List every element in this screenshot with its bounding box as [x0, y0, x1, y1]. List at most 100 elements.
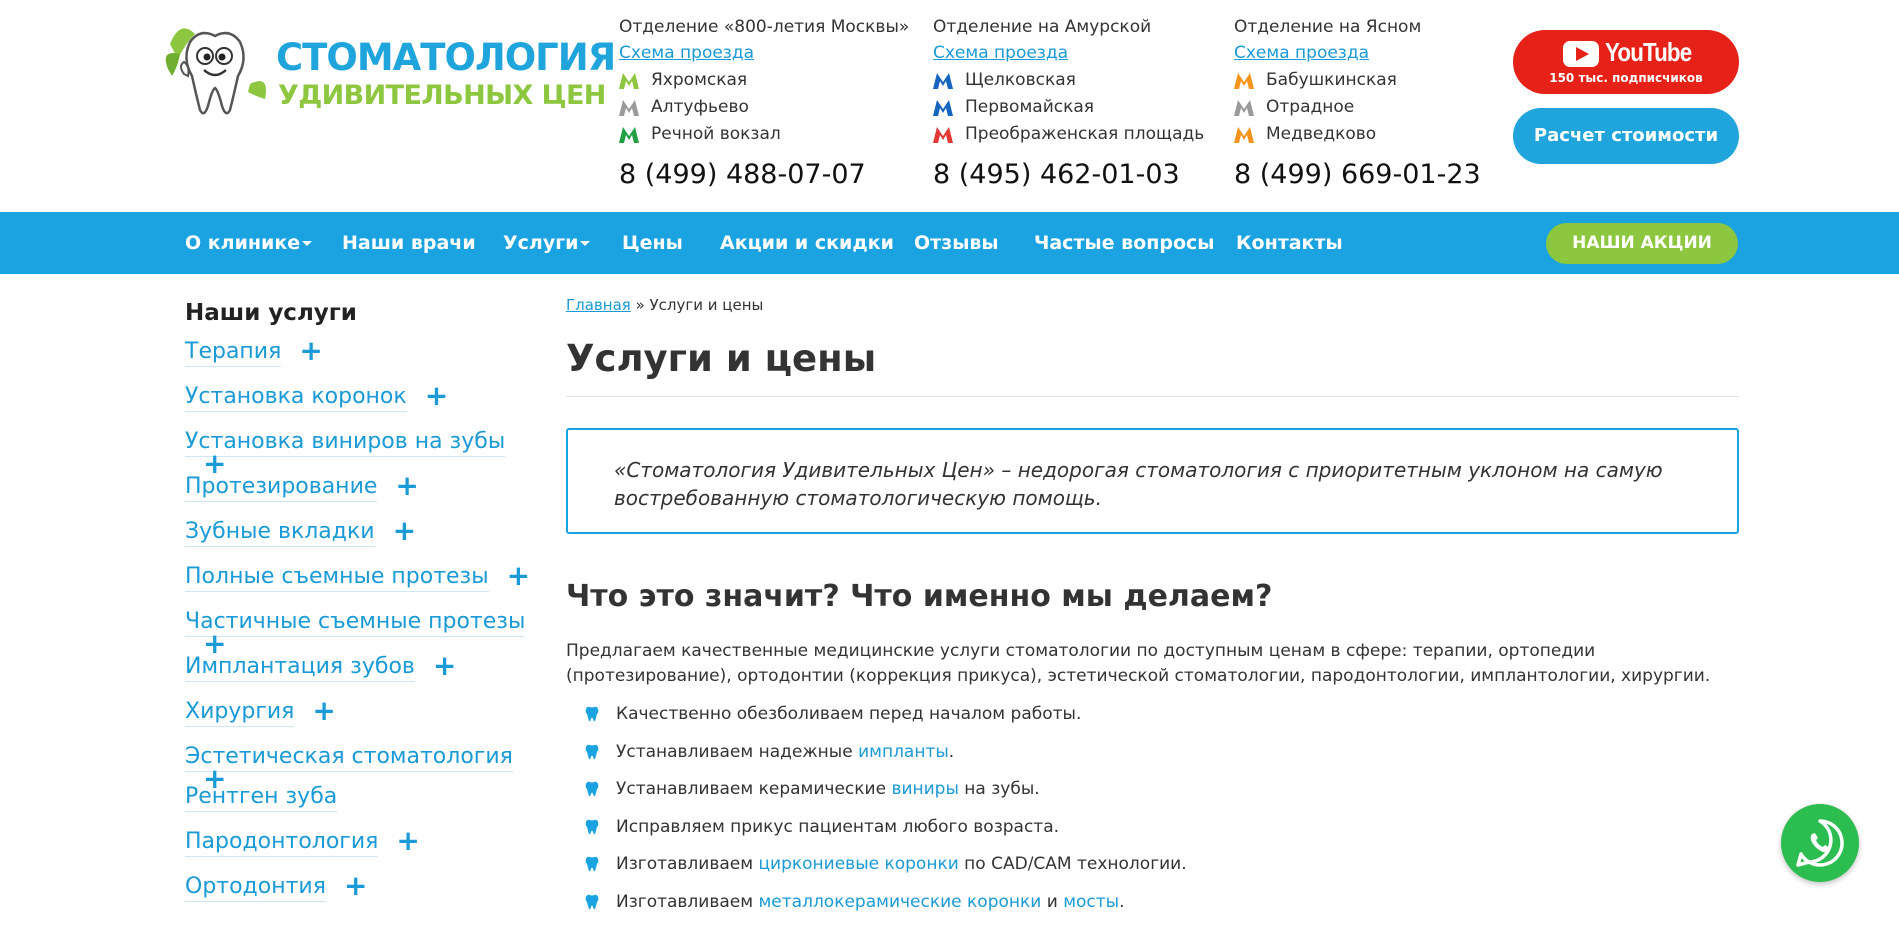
tooth-icon	[585, 894, 599, 910]
branch-title: Отделение на Амурской	[933, 14, 1204, 40]
nav-prices[interactable]: Цены	[622, 212, 683, 274]
expand-plus-icon[interactable]: +	[507, 566, 530, 586]
nav-reviews[interactable]: Отзывы	[914, 212, 999, 274]
bridges-link[interactable]: мосты	[1063, 892, 1119, 912]
nav-services[interactable]: Услуги	[503, 212, 590, 274]
expand-plus-icon[interactable]: +	[425, 386, 448, 406]
metal-ceramic-crowns-link[interactable]: металлокерамические коронки	[758, 892, 1041, 912]
branch-title: Отделение на Ясном	[1234, 14, 1481, 40]
metro-name: Преображенская площадь	[965, 121, 1204, 148]
metro-station: Речной вокзал	[619, 121, 909, 148]
sidebar-item-xray: Рентген зуба	[185, 784, 545, 829]
map-link[interactable]: Схема проезда	[1234, 40, 1481, 67]
nav-label: Цены	[622, 232, 683, 254]
services-sidebar: Наши услуги Терапия+ Установка коронок+ …	[185, 296, 545, 919]
sidebar-link[interactable]: Имплантация зубов	[185, 654, 415, 682]
expand-plus-icon[interactable]: +	[344, 876, 367, 896]
list-item: Изготавливаем металлокерамические коронк…	[566, 888, 1739, 925]
metro-icon	[1234, 99, 1254, 117]
phone-number[interactable]: 8 (499) 669-01-23	[1234, 159, 1481, 190]
metro-icon	[933, 72, 953, 90]
nav-contacts[interactable]: Контакты	[1236, 212, 1343, 274]
benefit-text: Изготавливаем	[616, 892, 758, 912]
breadcrumb-separator: »	[631, 296, 650, 314]
nav-about[interactable]: О клинике	[185, 212, 312, 274]
metro-station: Первомайская	[933, 94, 1204, 121]
logo-text-line1: СТОМАТОЛОГИЯ	[276, 36, 615, 79]
expand-plus-icon[interactable]: +	[395, 476, 418, 496]
nav-doctors[interactable]: Наши врачи	[342, 212, 476, 274]
sidebar-link[interactable]: Пародонтология	[185, 829, 378, 857]
benefit-text: .	[949, 742, 954, 762]
nav-label: Акции и скидки	[720, 232, 894, 254]
expand-plus-icon[interactable]: +	[312, 701, 335, 721]
youtube-label: YouTube	[1605, 37, 1691, 68]
list-item: Исправляем прикус пациентам любого возра…	[566, 813, 1739, 851]
sidebar-link[interactable]: Эстетическая стоматология	[185, 744, 513, 772]
sidebar-link[interactable]: Частичные съемные протезы	[185, 609, 525, 637]
sidebar-link[interactable]: Полные съемные протезы	[185, 564, 489, 592]
quote-box: «Стоматология Удивительных Цен» – недоро…	[566, 428, 1739, 534]
benefits-list: Качественно обезболиваем перед началом р…	[566, 700, 1739, 925]
nav-label: О клинике	[185, 232, 300, 254]
metro-station: Алтуфьево	[619, 94, 909, 121]
phone-number[interactable]: 8 (495) 462-01-03	[933, 159, 1204, 190]
metro-name: Медведково	[1266, 121, 1376, 148]
metro-station: Щелковская	[933, 67, 1204, 94]
sidebar-item-therapy: Терапия +	[185, 339, 545, 384]
our-promotions-button[interactable]: НАШИ АКЦИИ	[1546, 223, 1738, 264]
benefit-text: Изготавливаем	[616, 854, 758, 874]
benefit-text: Устанавливаем надежные	[616, 742, 858, 762]
zirconia-crowns-link[interactable]: циркониевые коронки	[758, 854, 958, 874]
sidebar-link[interactable]: Установка коронок	[185, 384, 407, 412]
title-divider	[566, 396, 1739, 397]
nav-promotions[interactable]: Акции и скидки	[720, 212, 894, 274]
sidebar-item-inlays: Зубные вкладки +	[185, 519, 545, 564]
sidebar-link[interactable]: Зубные вкладки	[185, 519, 375, 547]
metro-name: Бабушкинская	[1266, 67, 1397, 94]
implants-link[interactable]: импланты	[858, 742, 949, 762]
benefit-text: Устанавливаем керамические	[616, 779, 891, 799]
sidebar-link[interactable]: Установка виниров на зубы	[185, 429, 505, 457]
expand-plus-icon[interactable]: +	[393, 521, 416, 541]
veneers-link[interactable]: виниры	[891, 779, 958, 799]
metro-name: Щелковская	[965, 67, 1076, 94]
sidebar-item-veneers: Установка виниров на зубы+	[185, 429, 545, 474]
sidebar-item-full-dentures: Полные съемные протезы +	[185, 564, 545, 609]
whatsapp-icon	[1781, 804, 1859, 882]
logo-text-line2: УДИВИТЕЛЬНЫХ ЦЕН	[278, 80, 606, 111]
expand-plus-icon[interactable]: +	[299, 341, 322, 361]
expand-plus-icon[interactable]: +	[433, 656, 456, 676]
map-link[interactable]: Схема проезда	[619, 40, 909, 67]
tooth-mascot-icon	[160, 14, 270, 124]
list-item: Качественно обезболиваем перед началом р…	[566, 700, 1739, 738]
page-title: Услуги и цены	[566, 332, 1739, 386]
sidebar-link[interactable]: Протезирование	[185, 474, 377, 502]
sidebar-link[interactable]: Ортодонтия	[185, 874, 326, 902]
whatsapp-button[interactable]	[1781, 804, 1859, 882]
expand-plus-icon[interactable]: +	[203, 634, 226, 654]
sidebar-item-aesthetic: Эстетическая стоматология+	[185, 744, 545, 784]
calc-cost-button[interactable]: Расчет стоимости	[1513, 108, 1739, 164]
nav-faq[interactable]: Частые вопросы	[1034, 212, 1214, 274]
breadcrumb: Главная » Услуги и цены	[566, 296, 1739, 332]
main-nav: О клинике Наши врачи Услуги Цены Акции и…	[0, 212, 1899, 274]
sidebar-link[interactable]: Терапия	[185, 339, 281, 367]
youtube-button[interactable]: YouTube 150 тыс. подписчиков	[1513, 30, 1739, 94]
map-link[interactable]: Схема проезда	[933, 40, 1204, 67]
expand-plus-icon[interactable]: +	[203, 454, 226, 474]
benefit-text: Качественно обезболиваем перед началом р…	[616, 704, 1081, 724]
sidebar-title: Наши услуги	[185, 296, 545, 330]
sidebar-link[interactable]: Хирургия	[185, 699, 294, 727]
phone-number[interactable]: 8 (499) 488-07-07	[619, 159, 909, 190]
tooth-icon	[585, 781, 599, 797]
metro-icon	[933, 126, 953, 144]
metro-station: Яхромская	[619, 67, 909, 94]
sidebar-link[interactable]: Рентген зуба	[185, 784, 337, 812]
breadcrumb-home-link[interactable]: Главная	[566, 296, 631, 314]
site-logo[interactable]: СТОМАТОЛОГИЯ УДИВИТЕЛЬНЫХ ЦЕН	[160, 14, 570, 124]
expand-plus-icon[interactable]: +	[396, 831, 419, 851]
metro-station: Отрадное	[1234, 94, 1481, 121]
metro-icon	[1234, 72, 1254, 90]
metro-station: Бабушкинская	[1234, 67, 1481, 94]
